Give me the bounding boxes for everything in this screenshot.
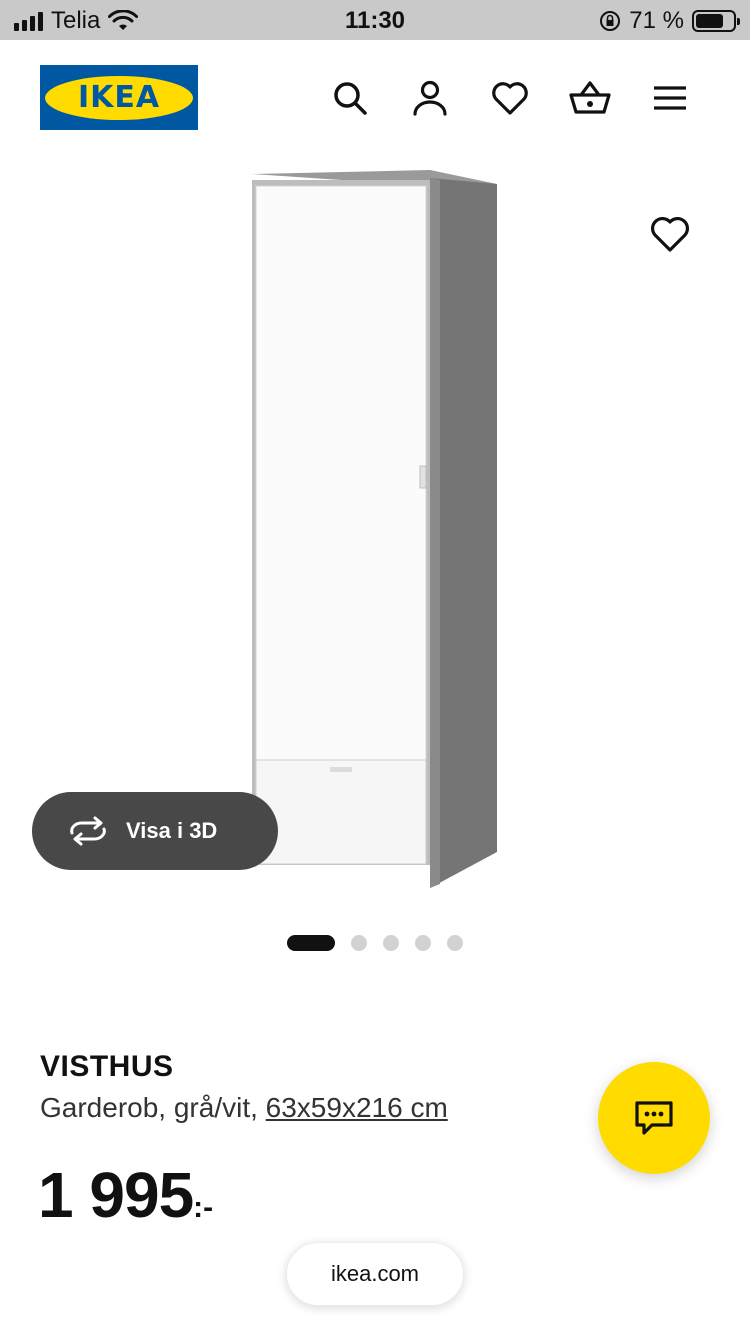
price-suffix: :- — [193, 1191, 214, 1224]
logo-oval: IKEA — [45, 75, 193, 120]
pagination-dot-5[interactable] — [447, 935, 463, 951]
product-dimensions-link[interactable]: 63x59x216 cm — [266, 1092, 448, 1123]
site-header: IKEA — [0, 40, 750, 150]
pagination-dot-1[interactable] — [287, 935, 335, 951]
image-pagination — [0, 935, 750, 951]
battery-icon — [692, 10, 740, 32]
ikea-logo[interactable]: IKEA — [40, 65, 198, 130]
chat-button[interactable] — [598, 1062, 710, 1174]
product-name: VISTHUS — [40, 1050, 174, 1083]
battery-percent: 71 % — [629, 7, 684, 34]
price-value: 1 995 — [38, 1159, 194, 1231]
status-right: 71 % — [599, 7, 740, 35]
rotate-3d-icon — [70, 816, 106, 846]
menu-icon[interactable] — [652, 78, 688, 118]
product-type: Garderob, grå/vit, — [40, 1092, 258, 1123]
profile-icon[interactable] — [410, 78, 450, 118]
pagination-dot-4[interactable] — [415, 935, 431, 951]
browser-url-bar[interactable]: ikea.com — [286, 1242, 464, 1306]
heart-icon[interactable] — [490, 78, 530, 118]
basket-icon[interactable] — [568, 78, 612, 118]
orientation-lock-icon — [600, 11, 621, 31]
product-price: 1 995:- — [38, 1158, 213, 1232]
view-in-3d-button[interactable]: Visa i 3D — [32, 792, 278, 870]
logo-text: IKEA — [77, 80, 161, 115]
status-bar: Telia 11:30 71 % — [0, 0, 750, 40]
chat-icon — [635, 1101, 673, 1135]
url-text: ikea.com — [330, 1261, 420, 1286]
add-to-favourites-icon[interactable] — [648, 212, 692, 256]
product-description: Garderob, grå/vit, 63x59x216 cm — [40, 1092, 448, 1124]
pagination-dot-2[interactable] — [351, 935, 367, 951]
search-icon[interactable] — [330, 78, 370, 118]
pagination-dot-3[interactable] — [383, 935, 399, 951]
view-in-3d-label: Visa i 3D — [126, 818, 218, 843]
